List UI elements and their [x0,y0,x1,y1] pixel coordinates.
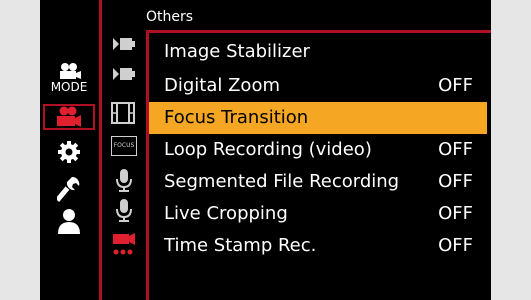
video-others-icon[interactable] [111,228,137,256]
stabilizer-icon[interactable] [111,64,135,84]
menu-item-digital-zoom[interactable]: Digital Zoom OFF [149,70,487,102]
menu-tab-column: MODE [40,0,99,300]
menu-item-image-stabilizer[interactable]: Image Stabilizer [149,36,487,68]
menu-item-segmented-file-recording[interactable]: Segmented File Recording OFF [149,166,487,198]
microphone-icon[interactable] [114,198,134,222]
focus-icon[interactable]: FOCUS [111,136,137,156]
menu-top-line [146,30,491,33]
gear-icon[interactable] [57,140,81,164]
menu-item-value: OFF [438,235,473,256]
camera-frame: MODE FOCUS Others Image Stabilizer Digit… [0,0,531,300]
menu-item-label: Focus Transition [164,107,309,128]
menu-item-label: Live Cropping [164,203,288,224]
menu-item-label: Loop Recording (video) [164,139,372,160]
wrench-icon[interactable] [57,176,81,202]
stabilizer-icon[interactable] [111,34,135,54]
menu-item-live-cropping[interactable]: Live Cropping OFF [149,198,487,230]
camera-menu-screen: MODE FOCUS Others Image Stabilizer Digit… [40,0,491,300]
menu-item-label: Image Stabilizer [164,41,310,62]
menu-item-label: Digital Zoom [164,75,280,96]
menu-item-value: OFF [438,75,473,96]
menu-item-label: Time Stamp Rec. [164,235,317,256]
menu-item-time-stamp-rec[interactable]: Time Stamp Rec. OFF [149,230,487,262]
menu-item-label: Segmented File Recording [164,171,400,192]
video-camera-icon[interactable] [54,106,82,128]
menu-item-loop-recording[interactable]: Loop Recording (video) OFF [149,134,487,166]
person-icon[interactable] [57,208,81,234]
menu-item-focus-transition[interactable]: Focus Transition [149,102,487,134]
menu-item-value: OFF [438,203,473,224]
page-title: Others [146,9,194,25]
mode-label: MODE [50,80,88,94]
film-icon[interactable] [111,102,135,124]
menu-item-value: OFF [438,171,473,192]
microphone-icon[interactable] [114,168,134,192]
menu-item-value: OFF [438,139,473,160]
mode-camera-icon[interactable] [56,62,82,80]
